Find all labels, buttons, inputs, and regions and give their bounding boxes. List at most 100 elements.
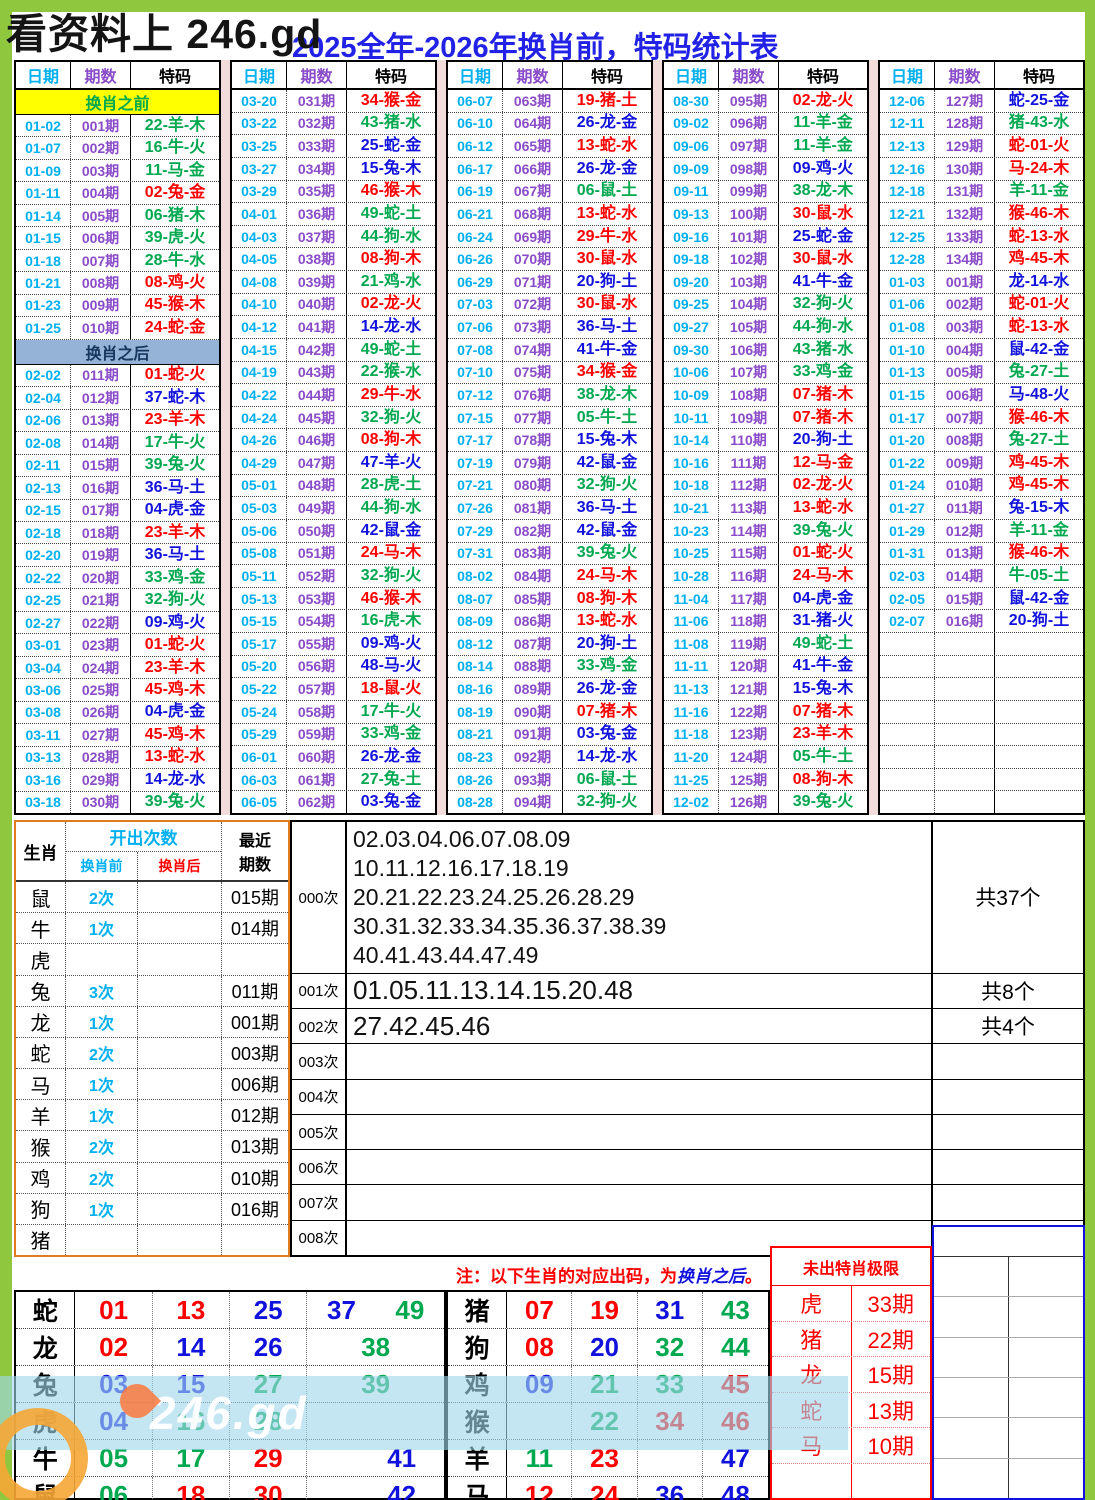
cell-date: 09-13 — [664, 203, 719, 225]
count-before: 2次 — [66, 1131, 138, 1161]
cell-date: 01-21 — [16, 272, 71, 293]
table-row: 03-20031期34-猴-金 — [232, 90, 435, 113]
table-row: 01-18007期28-牛-水 — [16, 250, 219, 272]
table-row-empty — [880, 633, 1083, 656]
cell-period: 062期 — [287, 791, 347, 813]
cell-period: 001期 — [71, 115, 131, 136]
cell-period: 110期 — [719, 429, 779, 451]
cell-special-code: 猴-46-木 — [995, 203, 1083, 225]
cell-date: 11-11 — [664, 656, 719, 678]
cell-period: 130期 — [935, 158, 995, 180]
cell-period: 009期 — [71, 295, 131, 316]
col-header-recent: 最近 期数 — [222, 822, 288, 880]
cell-period — [935, 724, 995, 746]
cell-special-code: 09-鸡-火 — [131, 612, 219, 633]
main-tables: 日期期数特码换肖之前01-02001期22-羊-木01-07002期16-牛-火… — [14, 60, 1085, 815]
cell-special-code: 马-24-木 — [995, 158, 1083, 180]
blue-table-cell — [934, 1378, 1009, 1417]
cell-period: 042期 — [287, 339, 347, 361]
cell-period: 034期 — [287, 158, 347, 180]
table-row: 05-13053期46-猴-木 — [232, 588, 435, 611]
zodiac-number-cell: 01 — [75, 1292, 152, 1328]
recent-period: 001期 — [222, 1007, 288, 1037]
table-row: 10-09108期07-猪-木 — [664, 384, 867, 407]
cell-special-code: 36-马-土 — [131, 544, 219, 565]
column-header-date: 日期 — [16, 62, 71, 88]
cell-period: 080期 — [503, 475, 563, 497]
cell-period: 073期 — [503, 316, 563, 338]
table-row: 03-27034期15-兔-木 — [232, 158, 435, 181]
cell-special-code: 21-鸡-水 — [347, 271, 435, 293]
limit-period — [852, 1464, 931, 1499]
table-row: 11-13121期15-兔-木 — [664, 678, 867, 701]
table-gutter — [221, 60, 230, 815]
col-header-counts-title: 开出次数 — [66, 822, 221, 852]
frequency-label: 003次 — [290, 1044, 347, 1078]
blue-table-row — [934, 1338, 1083, 1378]
cell-special-code: 29-牛-水 — [347, 384, 435, 406]
cell-date: 01-23 — [16, 295, 71, 316]
cell-date: 11-06 — [664, 610, 719, 632]
frequency-numbers-line: 02.03.04.06.07.08.09 — [353, 825, 931, 854]
table-row-empty — [880, 678, 1083, 701]
count-after — [138, 944, 222, 974]
zodiac-number-cell: 19 — [572, 1292, 637, 1328]
cell-period: 052期 — [287, 565, 347, 587]
cell-special-code: 27-兔-土 — [347, 769, 435, 791]
cell-special-code: 41-牛-金 — [779, 271, 867, 293]
zodiac-name: 猪 — [16, 1225, 66, 1255]
cell-date: 04-22 — [232, 384, 287, 406]
cell-period: 029期 — [71, 769, 131, 790]
zodiac-name: 狗 — [16, 1194, 66, 1224]
table-gutter — [653, 60, 662, 815]
cell-period: 001期 — [935, 271, 995, 293]
cell-date: 12-28 — [880, 248, 935, 270]
table-row: 10-28116期24-马-木 — [664, 565, 867, 588]
lottery-table: 日期期数特码06-07063期19-猪-土06-10064期26-龙-金06-1… — [446, 60, 653, 815]
table-row: 09-09098期09-鸡-火 — [664, 158, 867, 181]
cell-period: 015期 — [935, 588, 995, 610]
table-row: 05-29059期33-鸡-金 — [232, 724, 435, 747]
cell-date: 03-22 — [232, 113, 287, 135]
col-header-counts: 开出次数 换肖前 换肖后 — [66, 822, 222, 880]
table-row: 05-06050期42-鼠-金 — [232, 520, 435, 543]
table-row: 09-06097期11-羊-金 — [664, 135, 867, 158]
cell-period — [935, 791, 995, 813]
cell-date: 12-02 — [664, 791, 719, 813]
blue-table-cell — [1009, 1338, 1083, 1377]
cell-date: 06-01 — [232, 746, 287, 768]
zodiac-number-cell: 25 — [230, 1292, 307, 1328]
table-row: 12-02126期39-兔-火 — [664, 791, 867, 813]
cell-period: 069期 — [503, 226, 563, 248]
cell-date: 04-19 — [232, 362, 287, 384]
zodiac-number-cell: 48 — [703, 1477, 768, 1500]
table-row: 09-13100期30-鼠-水 — [664, 203, 867, 226]
cell-special-code: 03-兔-金 — [347, 791, 435, 813]
cell-period: 047期 — [287, 452, 347, 474]
cell-special-code: 羊-11-金 — [995, 520, 1083, 542]
table-row-empty — [880, 769, 1083, 792]
cell-date: 06-24 — [448, 226, 503, 248]
cell-special-code — [995, 769, 1083, 791]
cell-date: 02-25 — [16, 589, 71, 610]
cell-period: 096期 — [719, 113, 779, 135]
blue-table-cell — [934, 1338, 1009, 1377]
table-row: 03-01023期01-蛇-火 — [16, 634, 219, 656]
cell-date: 05-06 — [232, 520, 287, 542]
zodiac-number-cell: 30 — [230, 1477, 307, 1500]
cell-special-code: 蛇-01-火 — [995, 294, 1083, 316]
cell-date: 01-31 — [880, 543, 935, 565]
cell-period: 004期 — [71, 182, 131, 203]
cell-date: 11-08 — [664, 633, 719, 655]
zodiac-number-cell: 37 — [307, 1292, 375, 1328]
zodiac-summary-row: 猴2次013期 — [16, 1131, 288, 1162]
zodiac-name: 马 — [448, 1477, 507, 1500]
cell-date: 04-08 — [232, 271, 287, 293]
cell-special-code: 08-狗-木 — [347, 429, 435, 451]
cell-special-code: 44-狗-水 — [347, 497, 435, 519]
blue-table-cell — [1009, 1257, 1083, 1296]
cell-special-code: 02-龙-火 — [779, 90, 867, 112]
cell-date: 02-15 — [16, 500, 71, 521]
zodiac-summary-row: 牛1次014期 — [16, 913, 288, 944]
cell-special-code — [995, 701, 1083, 723]
